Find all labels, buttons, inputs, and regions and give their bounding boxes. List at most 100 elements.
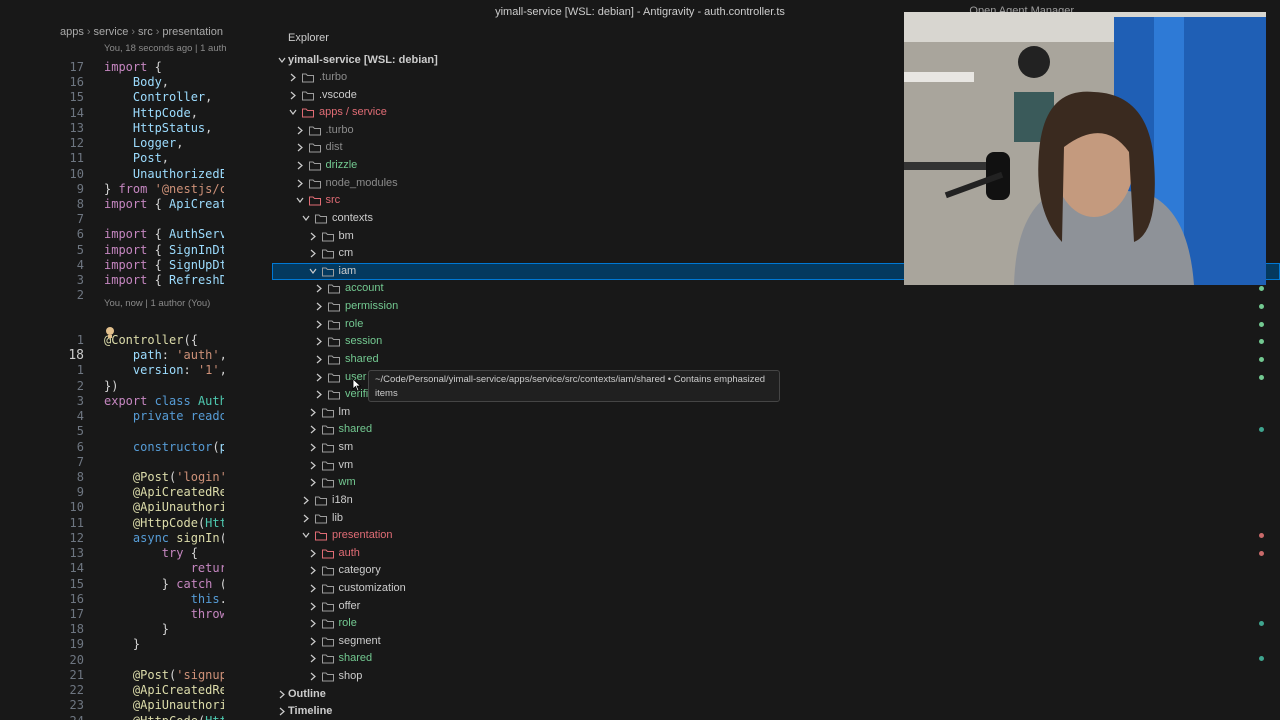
folder-icon xyxy=(308,126,321,136)
code-line[interactable]: 11 @HttpCode(Http xyxy=(0,516,272,531)
chevron-right-icon xyxy=(297,144,303,152)
code-line[interactable]: 8 import { ApiCreate xyxy=(0,197,272,212)
code-line[interactable]: 10 UnauthorizedEx xyxy=(0,167,272,182)
code-text: return xyxy=(190,561,224,576)
code-line[interactable]: 16 this.l xyxy=(0,592,272,607)
code-line[interactable]: 2}) xyxy=(0,379,272,394)
tree-item-lib[interactable]: lib xyxy=(272,510,1280,527)
code-line[interactable]: 7 xyxy=(0,212,272,227)
code-line[interactable]: 8 @Post('login') xyxy=(0,470,272,485)
tree-item-shared[interactable]: shared xyxy=(272,351,1280,368)
code-line[interactable]: 14 return xyxy=(0,561,272,576)
code-text: import { ApiCreate xyxy=(104,196,224,211)
chevron-right-icon xyxy=(316,320,322,329)
breadcrumb-item[interactable]: apps xyxy=(60,26,84,38)
tree-item-label: wm xyxy=(338,476,356,489)
tree-item-wm[interactable]: wm xyxy=(272,474,1280,491)
tree-item-customization[interactable]: customization xyxy=(272,580,1280,597)
git-status-dot xyxy=(1259,339,1264,345)
code-line[interactable]: 10 @ApiUnauthoriz xyxy=(0,500,272,515)
line-number: 1 xyxy=(76,333,84,347)
line-number: 3 xyxy=(76,273,84,288)
chevron-right-icon xyxy=(303,496,309,505)
code-text: export class AuthC xyxy=(104,393,224,408)
code-line[interactable]: 9} from '@nestjs/co xyxy=(0,182,272,197)
code-line[interactable]: 13 try { xyxy=(0,546,272,561)
chevron-right-icon xyxy=(279,707,285,716)
tree-item-lm[interactable]: lm xyxy=(272,404,1280,421)
line-number: 16 xyxy=(69,591,84,606)
code-line[interactable]: 18 path: 'auth', xyxy=(0,348,272,363)
line-number: 7 xyxy=(76,212,84,227)
code-line[interactable]: 1 version: '1', xyxy=(0,363,272,378)
code-line[interactable]: 6 import { AuthServi xyxy=(0,227,272,242)
code-line[interactable]: 4 private readon xyxy=(0,409,272,424)
folder-icon xyxy=(315,514,327,523)
code-line[interactable]: 22 @ApiCreatedRes xyxy=(0,683,272,698)
outline-section[interactable]: Outline xyxy=(272,686,1280,703)
tree-item-label: .vscode xyxy=(319,88,357,101)
code-line[interactable]: 13 HttpStatus, xyxy=(0,121,272,136)
tree-item-shop[interactable]: shop xyxy=(272,668,1280,685)
breadcrumb-item[interactable]: service xyxy=(94,26,129,38)
breadcrumb-item[interactable]: src xyxy=(138,26,153,38)
code-line[interactable]: 12 Logger, xyxy=(0,136,272,151)
code-line[interactable]: 15 Controller, xyxy=(0,90,272,105)
code-line[interactable]: 14 HttpCode, xyxy=(0,106,272,121)
chevron-right-icon xyxy=(316,337,322,346)
folder-icon xyxy=(321,584,334,594)
code-line[interactable]: 11 Post, xyxy=(0,151,272,166)
breadcrumb-separator-icon: › xyxy=(131,26,136,38)
code-line[interactable]: 19 } xyxy=(0,637,272,652)
code-line[interactable]: 20 xyxy=(0,653,272,668)
tree-item-category[interactable]: category xyxy=(272,562,1280,579)
tree-item-session[interactable]: session xyxy=(272,333,1280,350)
code-line[interactable]: 12 async signIn(@ xyxy=(0,531,272,546)
folder-icon xyxy=(321,478,334,488)
lightbulb-icon[interactable] xyxy=(104,326,116,340)
tree-item-vm[interactable]: vm xyxy=(272,457,1280,474)
code-line[interactable]: 3 export class AuthC xyxy=(0,394,272,409)
code-line[interactable]: 17 import { xyxy=(0,60,272,75)
code-line[interactable]: 21 @Post('signup' xyxy=(0,668,272,683)
code-line[interactable]: 5 import { SignInDto xyxy=(0,243,272,258)
code-line[interactable]: 5 xyxy=(0,424,272,439)
explorer-title: Explorer xyxy=(288,32,329,44)
code-line[interactable]: 15 } catch (e xyxy=(0,577,272,592)
tree-item-shared[interactable]: shared xyxy=(272,650,1280,667)
tree-item-shared[interactable]: shared xyxy=(272,421,1280,438)
line-number: 17 xyxy=(69,606,84,621)
git-status-dot xyxy=(1259,427,1264,433)
code-line[interactable]: 6 constructor(pr xyxy=(0,440,272,455)
breadcrumb-item[interactable]: presentation xyxy=(162,26,223,38)
tree-item-i18n[interactable]: i18n xyxy=(272,492,1280,509)
code-line[interactable]: 17 throw xyxy=(0,607,272,622)
folder-icon xyxy=(315,496,327,506)
tree-item-role[interactable]: role xyxy=(272,615,1280,632)
tree-item-offer[interactable]: offer xyxy=(272,598,1280,615)
tree-item-auth[interactable]: auth xyxy=(272,545,1280,562)
code-line[interactable]: 1 @Controller({ xyxy=(0,333,272,348)
folder-icon xyxy=(328,284,340,294)
code-line[interactable]: 18 } xyxy=(0,622,272,637)
code-line[interactable]: 4 import { SignUpDto xyxy=(0,258,272,273)
tree-item-segment[interactable]: segment xyxy=(272,633,1280,650)
code-line[interactable]: 24 @HttpCode(Http xyxy=(0,714,272,720)
tree-item-permission[interactable]: permission xyxy=(272,298,1280,315)
code-line[interactable]: 23 @ApiUnauthoriz xyxy=(0,698,272,713)
code-editor[interactable]: apps › service › src › presentation 17 import {… xyxy=(0,24,272,720)
tree-item-sm[interactable]: sm xyxy=(272,439,1280,456)
timeline-section[interactable]: Timeline xyxy=(272,703,1280,720)
code-line[interactable]: 9 @ApiCreatedRes xyxy=(0,485,272,500)
code-line[interactable]: 7 xyxy=(0,455,272,470)
tree-item-label: sm xyxy=(338,441,354,454)
line-number: 14 xyxy=(69,105,84,120)
chevron-right-icon xyxy=(303,514,309,522)
tree-item-presentation[interactable]: presentation xyxy=(272,527,1280,544)
tree-item-label: iam xyxy=(338,264,357,277)
tree-item-role[interactable]: role xyxy=(272,316,1280,333)
code-line[interactable]: 16 Body, xyxy=(0,75,272,90)
line-number: 9 xyxy=(76,485,84,500)
code-line[interactable]: 3 import { RefreshDt xyxy=(0,273,272,288)
folder-icon xyxy=(321,654,334,664)
